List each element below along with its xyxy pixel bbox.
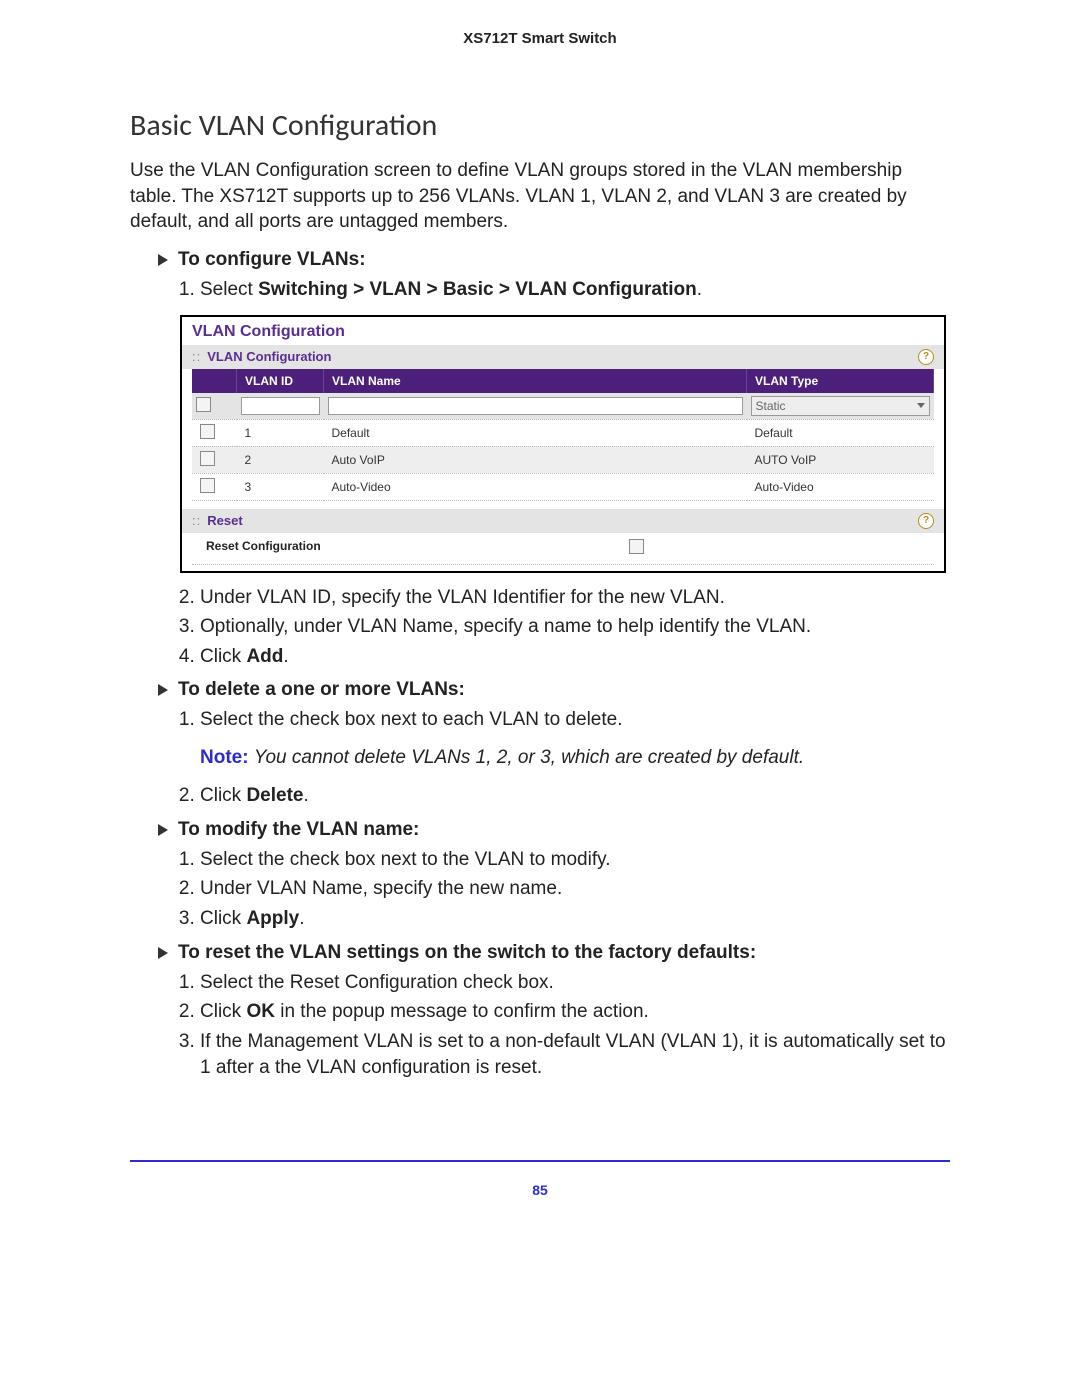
- row-checkbox[interactable]: [200, 478, 215, 493]
- section-title-text: VLAN Configuration: [207, 349, 331, 364]
- table-row: 2 Auto VoIP AUTO VoIP: [192, 446, 934, 473]
- col-vlan-name: VLAN Name: [324, 369, 747, 393]
- section-title: Basic VLAN Configuration: [130, 107, 950, 144]
- vlan-type-value: Static: [756, 399, 786, 413]
- grip-icon: ::: [192, 349, 201, 364]
- chevron-down-icon: [917, 403, 925, 408]
- chevron-right-icon: [158, 254, 168, 266]
- table-header-row: VLAN ID VLAN Name VLAN Type: [192, 369, 934, 393]
- footer-rule: [130, 1160, 950, 1162]
- vlan-name-input[interactable]: [328, 397, 743, 415]
- apply-label: Apply: [246, 908, 299, 929]
- step-text-post: .: [303, 785, 308, 806]
- reset-steps: Select the Reset Configuration check box…: [170, 970, 950, 1081]
- row-checkbox[interactable]: [200, 424, 215, 439]
- delete-label: Delete: [246, 785, 303, 806]
- step-text: Click: [200, 1001, 246, 1022]
- chevron-right-icon: [158, 824, 168, 836]
- cell-vlan-name: Auto-Video: [324, 473, 747, 500]
- reset-step-1: Select the Reset Configuration check box…: [200, 970, 950, 996]
- configure-step-4: Click Add.: [200, 644, 950, 670]
- modify-steps: Select the check box next to the VLAN to…: [170, 847, 950, 932]
- section-bar-config: ::VLAN Configuration ?: [182, 345, 944, 369]
- modify-step-1: Select the check box next to the VLAN to…: [200, 847, 950, 873]
- reset-row: Reset Configuration: [192, 533, 934, 565]
- note-body: You cannot delete VLANs 1, 2, or 3, whic…: [254, 747, 804, 768]
- step-text: Click: [200, 908, 246, 929]
- proc-reset-heading: To reset the VLAN settings on the switch…: [158, 942, 950, 964]
- page-number: 85: [130, 1182, 950, 1198]
- section-bar-reset: ::Reset ?: [182, 509, 944, 533]
- delete-step-1: Select the check box next to each VLAN t…: [200, 707, 950, 733]
- configure-step-3: Optionally, under VLAN Name, specify a n…: [200, 614, 950, 640]
- step-text-post: .: [283, 646, 288, 667]
- cell-vlan-id: 1: [237, 419, 324, 446]
- proc-configure-heading: To configure VLANs:: [158, 249, 950, 271]
- cell-vlan-name: Auto VoIP: [324, 446, 747, 473]
- doc-header: XS712T Smart Switch: [130, 30, 950, 47]
- delete-step-2: Click Delete.: [200, 783, 950, 809]
- vlan-edit-row: Static: [192, 393, 934, 420]
- vlan-table: VLAN ID VLAN Name VLAN Type Static 1 De: [192, 369, 934, 501]
- modify-step-2: Under VLAN Name, specify the new name.: [200, 876, 950, 902]
- ok-label: OK: [246, 1001, 275, 1022]
- vlan-config-panel: VLAN Configuration ::VLAN Configuration …: [180, 315, 946, 573]
- reset-checkbox[interactable]: [629, 539, 644, 554]
- table-row: 3 Auto-Video Auto-Video: [192, 473, 934, 500]
- step-text-post: in the popup message to confirm the acti…: [275, 1001, 649, 1022]
- delete-note: Note: You cannot delete VLANs 1, 2, or 3…: [200, 747, 950, 769]
- configure-steps: Select Switching > VLAN > Basic > VLAN C…: [170, 277, 950, 303]
- proc-modify-heading-text: To modify the VLAN name:: [178, 819, 419, 841]
- reset-section-title: Reset: [207, 513, 242, 528]
- vlan-id-input[interactable]: [241, 397, 320, 415]
- step-text: Click: [200, 785, 246, 806]
- table-row: 1 Default Default: [192, 419, 934, 446]
- proc-modify-heading: To modify the VLAN name:: [158, 819, 950, 841]
- modify-step-3: Click Apply.: [200, 906, 950, 932]
- delete-steps: Select the check box next to each VLAN t…: [170, 707, 950, 733]
- step-text-post: .: [299, 908, 304, 929]
- page: XS712T Smart Switch Basic VLAN Configura…: [0, 0, 1080, 1238]
- chevron-right-icon: [158, 947, 168, 959]
- proc-reset-heading-text: To reset the VLAN settings on the switch…: [178, 942, 756, 964]
- reset-step-2: Click OK in the popup message to confirm…: [200, 999, 950, 1025]
- note-label: Note:: [200, 747, 249, 768]
- step-text: Click: [200, 646, 246, 667]
- cell-vlan-id: 2: [237, 446, 324, 473]
- col-vlan-id: VLAN ID: [237, 369, 324, 393]
- proc-delete-heading-text: To delete a one or more VLANs:: [178, 679, 465, 701]
- grip-icon: ::: [192, 513, 201, 528]
- panel-title: VLAN Configuration: [182, 317, 944, 345]
- cell-vlan-type: Auto-Video: [747, 473, 934, 500]
- select-all-checkbox[interactable]: [196, 397, 211, 412]
- cell-vlan-type: AUTO VoIP: [747, 446, 934, 473]
- cell-vlan-id: 3: [237, 473, 324, 500]
- intro-paragraph: Use the VLAN Configuration screen to def…: [130, 158, 950, 235]
- col-checkbox: [192, 369, 237, 393]
- configure-step-1: Select Switching > VLAN > Basic > VLAN C…: [200, 277, 950, 303]
- cell-vlan-name: Default: [324, 419, 747, 446]
- reset-step-3: If the Management VLAN is set to a non-d…: [200, 1029, 950, 1080]
- proc-delete-heading: To delete a one or more VLANs:: [158, 679, 950, 701]
- vlan-type-select[interactable]: Static: [751, 396, 930, 416]
- add-label: Add: [246, 646, 283, 667]
- configure-step-2: Under VLAN ID, specify the VLAN Identifi…: [200, 585, 950, 611]
- help-icon[interactable]: ?: [918, 349, 934, 365]
- help-icon[interactable]: ?: [918, 513, 934, 529]
- nav-path: Switching > VLAN > Basic > VLAN Configur…: [258, 279, 697, 300]
- cell-vlan-type: Default: [747, 419, 934, 446]
- col-vlan-type: VLAN Type: [747, 369, 934, 393]
- proc-configure-heading-text: To configure VLANs:: [178, 249, 366, 271]
- step-text-post: .: [697, 279, 702, 300]
- reset-label: Reset Configuration: [206, 539, 321, 553]
- chevron-right-icon: [158, 684, 168, 696]
- step-text: Select: [200, 279, 258, 300]
- delete-steps-cont: Click Delete.: [170, 783, 950, 809]
- configure-steps-cont: Under VLAN ID, specify the VLAN Identifi…: [170, 585, 950, 670]
- row-checkbox[interactable]: [200, 451, 215, 466]
